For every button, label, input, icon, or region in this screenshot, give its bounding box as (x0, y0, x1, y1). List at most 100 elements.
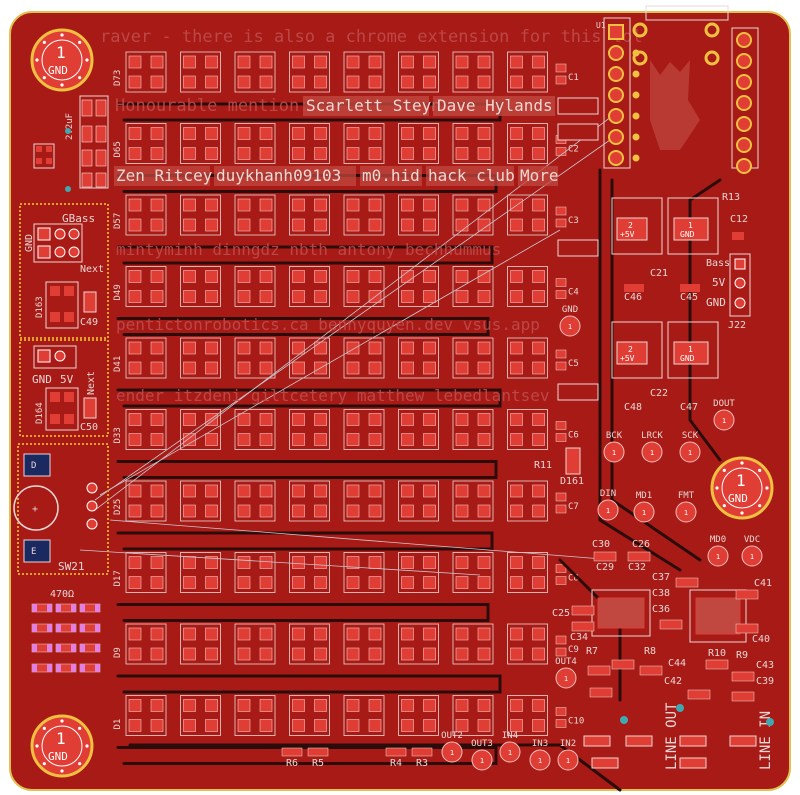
svg-text:1: 1 (722, 417, 726, 425)
led-row-label: D25 (113, 499, 123, 515)
c39-label: C39 (756, 676, 774, 687)
gbass-label: GBass (62, 212, 95, 225)
reg2-pin2: 2 (628, 345, 633, 354)
led-row-label: D49 (113, 284, 123, 300)
thanks-m0hid: m0.hid (362, 166, 420, 185)
pcb-layout-view: D73 C1D65 C2D57 C3D49 C4D41 C5D33 C6D25 C7D17 C8… (9, 5, 791, 792)
test-point: OUT4 1 (555, 657, 577, 689)
r4-label: R4 (390, 758, 402, 769)
svg-text:1: 1 (750, 553, 754, 561)
cap-label: C4 (568, 288, 579, 298)
c38-label: C38 (652, 588, 670, 599)
test-point: OUT3 1 (471, 739, 493, 771)
test-point: DOUT 1 (713, 399, 735, 431)
r10-label: R10 (708, 648, 726, 659)
test-point: IN3 1 (529, 739, 551, 771)
sw21-label: SW21 (58, 560, 85, 573)
c43-label: C43 (756, 660, 774, 671)
svg-text:1: 1 (684, 509, 688, 517)
r470-label: 470Ω (50, 589, 74, 600)
svg-text:1: 1 (716, 553, 720, 561)
c30-label: C30 (592, 539, 610, 550)
svg-text:GND: GND (48, 64, 68, 77)
svg-text:1: 1 (508, 749, 512, 757)
cap-label: C6 (568, 431, 579, 441)
cap-label: C2 (568, 145, 579, 155)
test-point: DIN 1 (597, 489, 619, 521)
svg-text:D: D (31, 461, 36, 471)
thanks-row4: mintyminh dinngdz nbth antony bechhummus (116, 240, 501, 259)
svg-text:MD0: MD0 (710, 535, 726, 545)
resistor (55, 643, 77, 653)
svg-text:1: 1 (606, 507, 610, 515)
c45-label: C45 (680, 292, 698, 303)
c37-label: C37 (652, 572, 670, 583)
d164-label: D164 (35, 402, 45, 424)
honourable-mention-label: Honourable mention: (115, 96, 309, 116)
svg-text:1: 1 (688, 449, 692, 457)
thanks-row3: Zen Ritcey duykhanh09103 m0.hid hack clu… (114, 166, 559, 186)
svg-text:OUT3: OUT3 (471, 739, 493, 749)
svg-text:GND: GND (728, 492, 748, 505)
svg-text:OUT2: OUT2 (441, 731, 463, 741)
svg-text:E: E (31, 547, 36, 557)
svg-text:SCK: SCK (682, 431, 699, 441)
led-row-label: D73 (113, 70, 123, 86)
test-point: BCK 1 (603, 431, 625, 463)
reg2-gnd: GND (680, 354, 695, 363)
c50-label: C50 (80, 422, 98, 433)
led-row-label: D17 (113, 570, 123, 586)
svg-text:1: 1 (564, 675, 568, 683)
svg-text:1: 1 (736, 471, 746, 490)
gnd-label-1: GND (24, 234, 35, 252)
cap-label: C3 (568, 216, 579, 226)
c34-label: C34 (570, 632, 588, 643)
c25-label: C25 (552, 608, 570, 619)
resistor (79, 663, 101, 673)
resistor (31, 643, 53, 653)
c49-label: C49 (80, 317, 98, 328)
svg-text:1: 1 (566, 757, 570, 765)
c29-label: C29 (596, 562, 614, 573)
svg-text:VDC: VDC (744, 535, 760, 545)
test-point: IN2 1 (557, 739, 579, 771)
c46-label: C46 (624, 292, 642, 303)
r8-label: R8 (644, 646, 656, 657)
test-point: MD0 1 (707, 535, 729, 567)
c22-label: C22 (650, 388, 668, 399)
bass-label: Bass (706, 258, 730, 269)
d161-label: D161 (560, 476, 584, 487)
reg1-pin1: 1 (688, 221, 693, 230)
r5-label: R5 (312, 758, 324, 769)
led-row-label: D33 (113, 427, 123, 443)
c12-label: C12 (730, 214, 748, 225)
r6-label: R6 (286, 758, 298, 769)
r11-label: R11 (534, 460, 552, 471)
test-point: GND 1 (559, 305, 581, 337)
svg-text:DIN: DIN (600, 489, 616, 499)
led-row-label: D9 (113, 647, 123, 658)
five-v-label-1: 5V (60, 373, 74, 386)
thanks-more: More (520, 166, 559, 185)
svg-text:DOUT: DOUT (713, 399, 735, 409)
led-row-label: D57 (113, 213, 123, 229)
resistor (55, 603, 77, 613)
next-label-1: Next (80, 264, 104, 275)
test-point: SCK 1 (679, 431, 701, 463)
gnd-label-2: GND (32, 373, 52, 386)
thanks-row5: pentictonrobotics.ca bennyquyen.dev vsus… (116, 315, 540, 334)
c21-label: C21 (650, 268, 668, 279)
svg-text:MD1: MD1 (636, 491, 652, 501)
svg-text:+: + (32, 504, 38, 515)
thanks-duykhanh: duykhanh09103 (216, 166, 341, 185)
led-row-label: D1 (113, 719, 123, 730)
c36-label: C36 (652, 604, 670, 615)
d163-label: D163 (35, 296, 45, 318)
r3-label: R3 (416, 758, 428, 769)
resistor (31, 603, 53, 613)
svg-text:GND: GND (562, 305, 578, 315)
test-point: FMT 1 (675, 491, 697, 523)
svg-text:FMT: FMT (678, 491, 695, 501)
label-2uf: 2.2uF (65, 113, 75, 140)
r13-label: R13 (722, 192, 740, 203)
